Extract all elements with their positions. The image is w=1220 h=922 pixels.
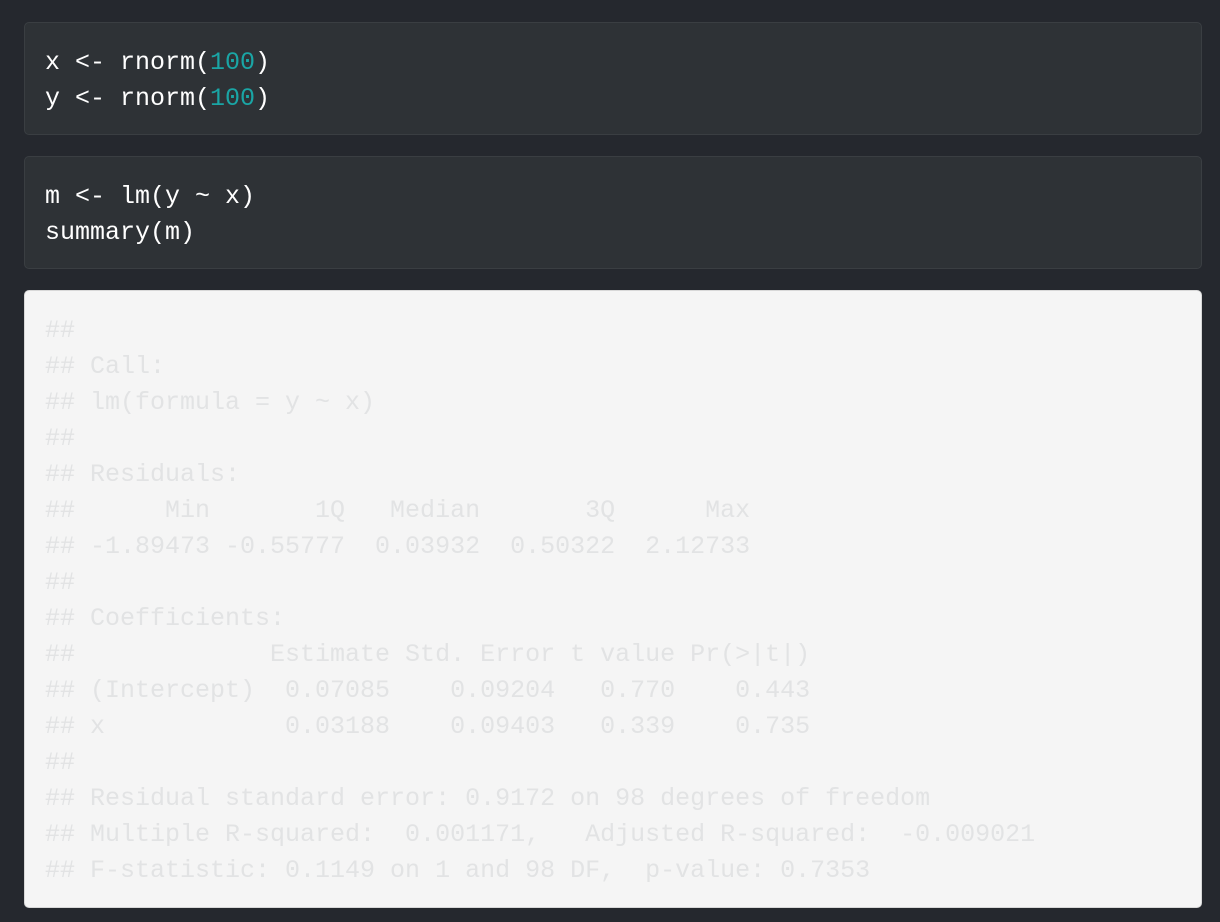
output-line: ## Coefficients: <box>45 604 286 633</box>
output-line: ## <box>45 748 76 777</box>
page: x <- rnorm(100) y <- rnorm(100) m <- lm(… <box>0 0 1220 922</box>
output-line: ## Call: <box>45 352 166 381</box>
number-literal: 100 <box>210 84 256 113</box>
output-line: ## x 0.03188 0.09403 0.339 0.735 <box>45 712 811 741</box>
output-line: ## (Intercept) 0.07085 0.09204 0.770 0.4… <box>45 676 811 705</box>
code-line-x: x <- rnorm(100) <box>45 45 1181 81</box>
code-chunk-rnorm[interactable]: x <- rnorm(100) y <- rnorm(100) <box>24 22 1202 135</box>
output-line: ## Multiple R-squared: 0.001171, Adjuste… <box>45 820 1036 849</box>
code-line-y: y <- rnorm(100) <box>45 81 1181 117</box>
code-token: ) <box>255 84 271 113</box>
output-line: ## lm(formula = y ~ x) <box>45 388 376 417</box>
code-line-lm: m <- lm(y ~ x) <box>45 182 256 211</box>
output-line: ## <box>45 316 76 345</box>
code-token: ) <box>255 48 271 77</box>
code-line-summary: summary(m) <box>45 218 196 247</box>
output-line: ## <box>45 424 76 453</box>
code-chunk-model[interactable]: m <- lm(y ~ x) summary(m) <box>24 156 1202 269</box>
output-line: ## <box>45 568 76 597</box>
output-line: ## Estimate Std. Error t value Pr(>|t|) <box>45 640 811 669</box>
output-chunk-summary[interactable]: ## ## Call: ## lm(formula = y ~ x) ## ##… <box>24 290 1202 908</box>
output-line: ## -1.89473 -0.55777 0.03932 0.50322 2.1… <box>45 532 751 561</box>
output-line: ## F-statistic: 0.1149 on 1 and 98 DF, p… <box>45 856 871 885</box>
code-token: y <- rnorm( <box>45 84 211 113</box>
output-line: ## Residuals: <box>45 460 241 489</box>
code-token: x <- rnorm( <box>45 48 211 77</box>
output-line: ## Min 1Q Median 3Q Max <box>45 496 751 525</box>
number-literal: 100 <box>210 48 256 77</box>
output-line: ## Residual standard error: 0.9172 on 98… <box>45 784 931 813</box>
